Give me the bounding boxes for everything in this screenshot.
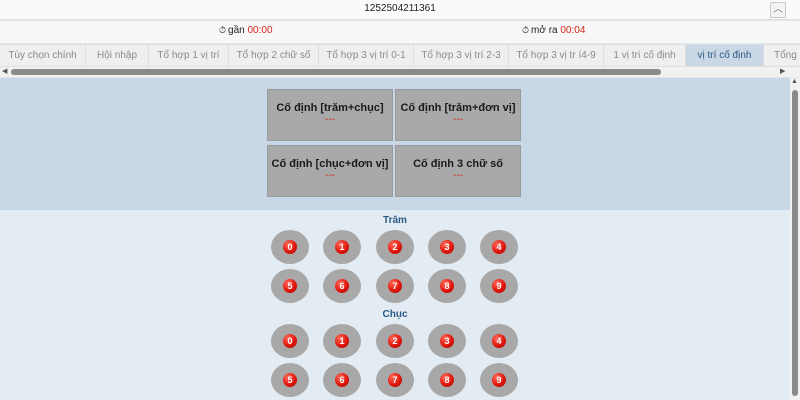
scroll-up-icon[interactable]: ▲ — [791, 78, 798, 85]
digit-ball: 9 — [492, 373, 506, 387]
digit-ball: 8 — [440, 279, 454, 293]
hundreds-digit-2[interactable]: 2 — [376, 230, 414, 264]
option-hundreds-units[interactable]: Cố định [trăm+đơn vị] --- — [395, 89, 521, 141]
digit-ball: 7 — [388, 373, 402, 387]
open-timer-label: mở ra — [531, 25, 558, 36]
open-timer: ⏱ mở ra 00:04 — [522, 25, 585, 36]
tens-digit-3[interactable]: 3 — [428, 324, 466, 358]
digit-ball: 3 — [440, 240, 454, 254]
digit-ball: 9 — [492, 279, 506, 293]
option-value: --- — [453, 114, 463, 125]
option-label: Cố định [trăm+đơn vị] — [400, 102, 516, 114]
horizontal-scrollbar[interactable]: ◀ ▶ — [0, 67, 800, 77]
scroll-right-icon[interactable]: ▶ — [780, 67, 785, 77]
tens-digit-6[interactable]: 6 — [323, 363, 361, 397]
close-timer-value: 00:00 — [247, 25, 273, 36]
tab-combo-3-position-2-3[interactable]: Tổ hợp 3 vị trí 2-3 — [414, 45, 509, 66]
number-picker-section: Trăm 0 1 2 3 4 5 6 7 8 9 Chục 0 1 2 3 4 … — [0, 210, 790, 400]
chevron-up-icon: ︿ — [773, 4, 783, 15]
hundreds-digit-1[interactable]: 1 — [323, 230, 361, 264]
digit-ball: 5 — [283, 279, 297, 293]
tab-combo-1-position[interactable]: Tổ hợp 1 vị trí — [149, 45, 229, 66]
tab-combo-3-position-0-1[interactable]: Tổ hợp 3 vị trí 0-1 — [319, 45, 414, 66]
digit-ball: 2 — [388, 240, 402, 254]
clock-icon: ⏱ — [522, 25, 530, 35]
hundreds-digit-6[interactable]: 6 — [323, 269, 361, 303]
clock-icon: ⏱ — [219, 25, 227, 35]
tens-digit-4[interactable]: 4 — [480, 324, 518, 358]
digit-ball: 8 — [440, 373, 454, 387]
tens-digit-9[interactable]: 9 — [480, 363, 518, 397]
hundreds-digit-8[interactable]: 8 — [428, 269, 466, 303]
digit-ball: 4 — [492, 240, 506, 254]
hundreds-digit-4[interactable]: 4 — [480, 230, 518, 264]
open-timer-value: 00:04 — [560, 25, 586, 36]
digit-ball: 5 — [283, 373, 297, 387]
option-label: Cố định [trăm+chục] — [276, 102, 384, 114]
tab-fixed-position[interactable]: vị trí cố định — [686, 45, 764, 66]
tab-combo-2-digits[interactable]: Tổ hợp 2 chữ số — [229, 45, 319, 66]
tens-digit-1[interactable]: 1 — [323, 324, 361, 358]
tens-digit-0[interactable]: 0 — [271, 324, 309, 358]
tens-digit-7[interactable]: 7 — [376, 363, 414, 397]
option-hundreds-tens[interactable]: Cố định [trăm+chục] --- — [267, 89, 393, 141]
tab-bar: Tùy chọn chính Hội nhập Tổ hợp 1 vị trí … — [0, 44, 800, 67]
option-label: Cố định [chục+đơn vị] — [271, 158, 389, 170]
tab-main-options[interactable]: Tùy chọn chính — [0, 45, 86, 66]
tens-digit-8[interactable]: 8 — [428, 363, 466, 397]
option-tens-units[interactable]: Cố định [chục+đơn vị] --- — [267, 145, 393, 197]
tab-total[interactable]: Tổng — [764, 45, 800, 66]
hundreds-digit-7[interactable]: 7 — [376, 269, 414, 303]
fixed-options-panel: Cố định [trăm+chục] --- Cố định [trăm+đơ… — [0, 78, 790, 210]
group-title-hundreds: Trăm — [383, 215, 407, 226]
option-label: Cố định 3 chữ số — [413, 158, 503, 170]
digit-ball: 6 — [335, 279, 349, 293]
digit-ball: 3 — [440, 334, 454, 348]
tab-1-fixed-position[interactable]: 1 vị trí cố định — [604, 45, 686, 66]
group-title-tens: Chục — [382, 309, 408, 320]
digit-ball: 0 — [283, 334, 297, 348]
scroll-left-icon[interactable]: ◀ — [2, 67, 7, 77]
option-fixed-3-digits[interactable]: Cố định 3 chữ số --- — [395, 145, 521, 197]
digit-ball: 2 — [388, 334, 402, 348]
tab-integration[interactable]: Hội nhập — [86, 45, 149, 66]
close-timer-label: gần — [228, 25, 245, 36]
hundreds-digit-9[interactable]: 9 — [480, 269, 518, 303]
digit-ball: 6 — [335, 373, 349, 387]
option-value: --- — [325, 170, 335, 181]
app-window: 1252504211361 ︿ ⏱ gần 00:00 ⏱ mở ra 00:04 … — [0, 0, 800, 400]
vertical-scroll-thumb[interactable] — [792, 90, 798, 396]
timer-row: ⏱ gần 00:00 ⏱ mở ra 00:04 — [0, 21, 800, 43]
hundreds-digit-0[interactable]: 0 — [271, 230, 309, 264]
horizontal-scroll-thumb[interactable] — [11, 69, 661, 75]
close-timer: ⏱ gần 00:00 — [219, 25, 273, 36]
tab-combo-3-position-4-9[interactable]: Tổ hợp 3 vị tr í4-9 — [509, 45, 604, 66]
hundreds-digit-5[interactable]: 5 — [271, 269, 309, 303]
digit-ball: 4 — [492, 334, 506, 348]
title-bar: 1252504211361 ︿ — [0, 0, 800, 20]
digit-ball: 1 — [335, 334, 349, 348]
scroll-up-button[interactable]: ︿ — [770, 2, 786, 18]
digit-ball: 0 — [283, 240, 297, 254]
option-value: --- — [325, 114, 335, 125]
digit-ball: 1 — [335, 240, 349, 254]
vertical-scrollbar[interactable]: ▲ — [790, 78, 800, 400]
tens-digit-5[interactable]: 5 — [271, 363, 309, 397]
window-title: 1252504211361 — [364, 3, 436, 14]
option-value: --- — [453, 170, 463, 181]
tens-digit-2[interactable]: 2 — [376, 324, 414, 358]
hundreds-digit-3[interactable]: 3 — [428, 230, 466, 264]
digit-ball: 7 — [388, 279, 402, 293]
